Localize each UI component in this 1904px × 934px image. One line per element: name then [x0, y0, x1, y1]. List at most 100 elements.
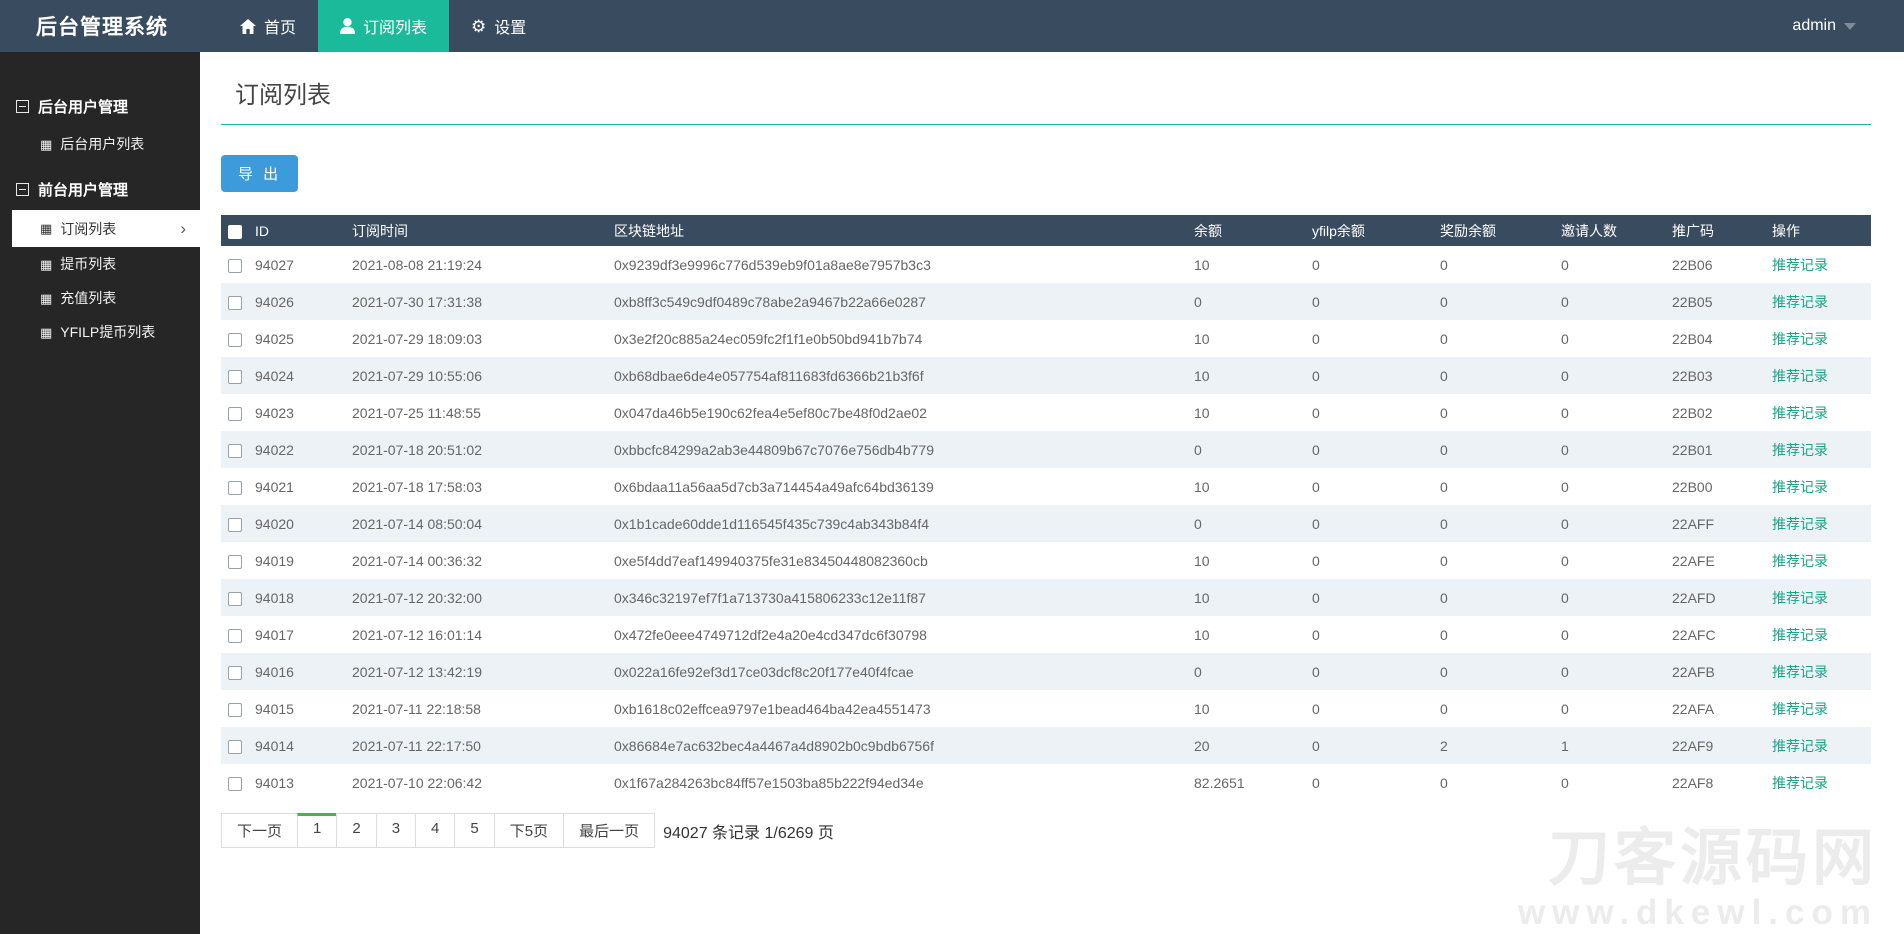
page-nav-button[interactable]: 下一页	[221, 813, 299, 848]
table-icon: ▦	[40, 256, 53, 272]
referral-records-link[interactable]: 推荐记录	[1772, 701, 1828, 717]
row-reward-balance: 0	[1440, 552, 1448, 569]
table-body: 94027 2021-08-08 21:19:24 0x9239df3e9996c7…	[221, 246, 1871, 801]
referral-records-link[interactable]: 推荐记录	[1772, 738, 1828, 754]
table-row: 94013 2021-07-10 22:06:42 0x1f67a284263bc8…	[221, 764, 1871, 801]
row-checkbox[interactable]	[228, 406, 242, 421]
row-time: 2021-07-29 10:55:06	[352, 357, 614, 394]
referral-records-link[interactable]: 推荐记录	[1772, 775, 1828, 791]
nav-item-settings[interactable]: ⚙ 设置	[449, 0, 548, 52]
col-header-time: 订阅时间	[352, 215, 614, 246]
row-yfilp-balance: 0	[1312, 330, 1320, 347]
row-checkbox[interactable]	[228, 295, 242, 310]
row-reward-balance: 0	[1440, 330, 1448, 347]
nav-item-home[interactable]: 首页	[218, 0, 318, 52]
row-reward-balance: 0	[1440, 404, 1448, 421]
row-yfilp-balance: 0	[1312, 774, 1320, 791]
sidebar-group-backend-users[interactable]: 后台用户管理	[0, 86, 200, 127]
referral-records-link[interactable]: 推荐记录	[1772, 442, 1828, 458]
table-icon: ▦	[40, 221, 53, 236]
row-checkbox[interactable]	[228, 665, 242, 680]
row-id: 94014	[255, 727, 352, 764]
row-checkbox[interactable]	[228, 554, 242, 569]
sidebar-item-subscription-list[interactable]: ▦ 订阅列表 ›	[12, 210, 200, 247]
referral-records-link[interactable]: 推荐记录	[1772, 516, 1828, 532]
row-yfilp-balance: 0	[1312, 727, 1440, 764]
referral-records-link[interactable]: 推荐记录	[1772, 664, 1828, 680]
row-checkbox[interactable]	[228, 369, 242, 384]
row-checkbox[interactable]	[228, 332, 242, 347]
col-header-address: 区块链地址	[614, 215, 1194, 246]
page-nav-button[interactable]: 最后一页	[563, 813, 656, 848]
referral-records-link[interactable]: 推荐记录	[1772, 627, 1828, 643]
minus-square-icon	[16, 100, 29, 113]
home-icon	[240, 18, 256, 34]
page-title: 订阅列表	[221, 75, 1871, 125]
row-checkbox[interactable]	[228, 776, 242, 791]
sidebar-item-recharge-list[interactable]: ▦ 充值列表	[0, 281, 200, 315]
page-number-button[interactable]: 4	[415, 813, 456, 848]
row-checkbox[interactable]	[228, 628, 242, 643]
row-yfilp-balance: 0	[1312, 431, 1440, 468]
page-number-button[interactable]: 2	[336, 813, 377, 848]
row-id: 94015	[255, 700, 294, 717]
row-time: 2021-07-14 08:50:04	[352, 505, 614, 542]
row-checkbox[interactable]	[228, 739, 242, 754]
row-address: 0x3e2f20c885a24ec059fc2f1f1e0b50bd941b7b…	[614, 330, 923, 347]
referral-records-link[interactable]: 推荐记录	[1772, 257, 1828, 273]
row-checkbox[interactable]	[228, 702, 242, 717]
sidebar-item-yfilp-withdraw-list[interactable]: ▦ YFILP提币列表	[0, 315, 200, 349]
col-header-balance: 余额	[1194, 215, 1312, 246]
row-promo-code: 22B03	[1672, 357, 1772, 394]
sidebar-item-withdraw-list[interactable]: ▦ 提币列表	[0, 247, 200, 281]
row-checkbox[interactable]	[228, 258, 242, 273]
row-invite-count: 0	[1561, 505, 1672, 542]
row-reward-balance: 0	[1440, 283, 1561, 320]
page-number-button[interactable]: 3	[375, 813, 417, 848]
sidebar-item-backend-user-list[interactable]: ▦ 后台用户列表	[0, 127, 200, 161]
row-yfilp-balance: 0	[1312, 505, 1440, 542]
row-invite-count: 0	[1561, 478, 1569, 495]
page-number-button[interactable]: 1	[297, 813, 338, 848]
row-invite-count: 0	[1561, 700, 1569, 717]
sidebar-group-frontend-users[interactable]: 前台用户管理	[0, 169, 200, 210]
referral-records-link[interactable]: 推荐记录	[1772, 405, 1828, 421]
row-checkbox[interactable]	[228, 443, 242, 458]
table-row: 94015 2021-07-11 22:18:58 0xb1618c02effcea…	[221, 690, 1871, 727]
row-time: 2021-07-10 22:06:42	[352, 774, 482, 791]
referral-records-link[interactable]: 推荐记录	[1772, 331, 1828, 347]
col-header-yfilp: yfilp余额	[1312, 215, 1440, 246]
row-id: 94025	[255, 330, 294, 347]
select-all-checkbox[interactable]	[228, 224, 242, 239]
row-address: 0xe5f4dd7eaf149940375fe31e83450448082360…	[614, 552, 928, 569]
referral-records-link[interactable]: 推荐记录	[1772, 294, 1828, 310]
row-checkbox[interactable]	[228, 480, 242, 495]
row-invite-count: 0	[1561, 552, 1569, 569]
nav-item-subscriptions[interactable]: 订阅列表	[318, 0, 450, 52]
row-invite-count: 1	[1561, 727, 1672, 764]
row-checkbox[interactable]	[228, 517, 242, 532]
row-id: 94020	[255, 505, 352, 542]
page-number-button[interactable]: 5	[454, 813, 495, 848]
row-reward-balance: 0	[1440, 626, 1448, 643]
referral-records-link[interactable]: 推荐记录	[1772, 479, 1828, 495]
row-promo-code: 22B00	[1672, 478, 1713, 495]
row-time: 2021-07-12 20:32:00	[352, 579, 614, 616]
referral-records-link[interactable]: 推荐记录	[1772, 590, 1828, 606]
row-reward-balance: 0	[1440, 431, 1561, 468]
row-time: 2021-07-18 17:58:03	[352, 478, 482, 495]
row-balance: 20	[1194, 727, 1312, 764]
row-promo-code: 22B04	[1672, 330, 1713, 347]
row-address: 0x346c32197ef7f1a713730a415806233c12e11f…	[614, 579, 1194, 616]
referral-records-link[interactable]: 推荐记录	[1772, 553, 1828, 569]
table-row: 94025 2021-07-29 18:09:03 0x3e2f20c885a24e…	[221, 320, 1871, 357]
row-yfilp-balance: 0	[1312, 478, 1320, 495]
row-checkbox[interactable]	[228, 591, 242, 606]
referral-records-link[interactable]: 推荐记录	[1772, 368, 1828, 384]
user-menu[interactable]: admin	[1792, 0, 1904, 52]
row-balance: 0	[1194, 505, 1312, 542]
export-button[interactable]: 导 出	[221, 155, 299, 192]
row-balance: 10	[1194, 330, 1210, 347]
row-invite-count: 0	[1561, 357, 1672, 394]
page-nav-button[interactable]: 下5页	[493, 813, 565, 848]
